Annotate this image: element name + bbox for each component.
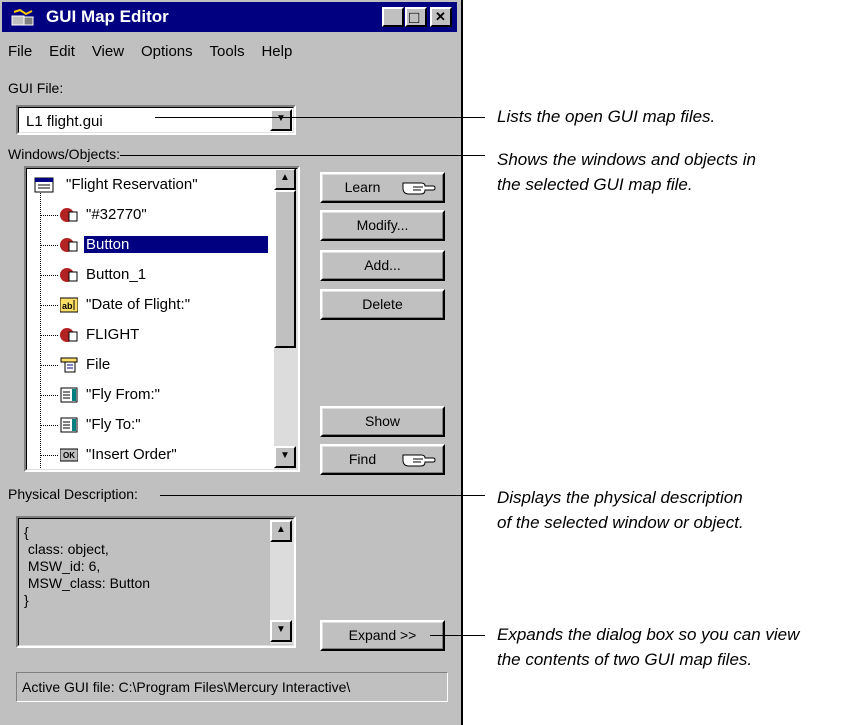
tree-item-label: Button_1 bbox=[86, 266, 147, 283]
show-button-label: Show bbox=[364, 413, 401, 429]
menu-view[interactable]: View bbox=[92, 43, 124, 60]
add-button-label: Add... bbox=[364, 257, 401, 273]
object-icon bbox=[60, 238, 78, 252]
expand-button-label: Expand >> bbox=[348, 627, 417, 643]
gui-file-combobox[interactable]: L1 flight.gui ▼ bbox=[16, 105, 296, 135]
description-scrollbar[interactable]: ▲ ▼ bbox=[270, 520, 294, 644]
app-icon bbox=[11, 8, 34, 26]
tree-item[interactable]: "#32770" bbox=[26, 200, 268, 230]
annotation-physical-2: of the selected window or object. bbox=[497, 513, 744, 532]
tree-item-selected[interactable]: Button bbox=[26, 230, 268, 260]
tree-item-label: Button bbox=[84, 236, 268, 253]
scroll-down-button[interactable]: ▼ bbox=[270, 620, 292, 642]
annotation-physical-1: Displays the physical description bbox=[497, 488, 743, 507]
learn-button-label: Learn bbox=[344, 179, 381, 195]
menu-options[interactable]: Options bbox=[141, 43, 193, 60]
tree-item-label: "Fly From:" bbox=[86, 386, 160, 403]
tree-item-label: "Insert Order" bbox=[86, 446, 177, 463]
delete-button[interactable]: Delete bbox=[320, 289, 445, 320]
delete-button-label: Delete bbox=[362, 296, 403, 312]
chevron-down-icon: ▼ bbox=[280, 450, 290, 461]
close-icon: ✕ bbox=[435, 9, 446, 24]
menu-tools[interactable]: Tools bbox=[210, 43, 245, 60]
svg-text:OK: OK bbox=[63, 451, 75, 460]
chevron-down-icon: ▼ bbox=[276, 113, 286, 124]
maximize-icon: □ bbox=[409, 8, 420, 27]
object-icon bbox=[60, 208, 78, 222]
find-button[interactable]: Find bbox=[320, 444, 445, 475]
chevron-up-icon: ▲ bbox=[280, 172, 290, 183]
tree-item-label: "Fly To:" bbox=[86, 416, 141, 433]
menu-bar: File Edit View Options Tools Help bbox=[8, 43, 305, 65]
callout-line bbox=[160, 495, 485, 496]
callout-line bbox=[120, 155, 485, 156]
scroll-down-button[interactable]: ▼ bbox=[274, 446, 296, 468]
title-bar[interactable]: GUI Map Editor _ □ ✕ bbox=[2, 2, 457, 32]
modify-button-label: Modify... bbox=[356, 217, 409, 233]
menu-file[interactable]: File bbox=[8, 43, 32, 60]
close-button[interactable]: ✕ bbox=[430, 7, 452, 27]
list-icon bbox=[60, 417, 78, 433]
scroll-up-button[interactable]: ▲ bbox=[270, 520, 292, 542]
callout-line bbox=[155, 117, 485, 118]
tree-item[interactable]: "Flight Reservation" bbox=[26, 170, 268, 200]
chevron-down-icon: ▼ bbox=[276, 624, 286, 635]
windows-objects-label: Windows/Objects: bbox=[8, 146, 121, 162]
window-title: GUI Map Editor bbox=[46, 7, 169, 26]
push-button-icon: OK bbox=[60, 448, 78, 462]
tree-item[interactable]: "Fly To:" bbox=[26, 410, 268, 440]
modify-button[interactable]: Modify... bbox=[320, 210, 445, 241]
list-icon bbox=[60, 387, 78, 403]
status-bar: Active GUI file: C:\Program Files\Mercur… bbox=[16, 672, 448, 702]
object-icon bbox=[60, 268, 78, 282]
minimize-icon: _ bbox=[388, 11, 396, 27]
gui-file-label: GUI File: bbox=[8, 80, 64, 96]
menu-help[interactable]: Help bbox=[261, 43, 292, 60]
object-icon bbox=[60, 328, 78, 342]
minimize-button[interactable]: _ bbox=[382, 7, 404, 27]
svg-text:ab: ab bbox=[62, 301, 73, 311]
tree-item-label: FLIGHT bbox=[86, 326, 140, 343]
pointing-hand-icon bbox=[402, 454, 436, 467]
annotation-windows-objects-2: the selected GUI map file. bbox=[497, 175, 693, 194]
gui-map-editor-window: GUI Map Editor _ □ ✕ File Edit View Opti… bbox=[0, 0, 463, 725]
annotation-gui-file: Lists the open GUI map files. bbox=[497, 107, 716, 126]
edit-field-icon: ab bbox=[60, 297, 78, 313]
find-button-label: Find bbox=[348, 451, 377, 467]
tree-item[interactable]: File bbox=[26, 350, 268, 380]
expand-button[interactable]: Expand >> bbox=[320, 620, 445, 651]
learn-button[interactable]: Learn bbox=[320, 172, 445, 203]
physical-description-text: { class: object, MSW_id: 6, MSW_class: B… bbox=[24, 524, 151, 608]
add-button[interactable]: Add... bbox=[320, 250, 445, 281]
annotation-expand-1: Expands the dialog box so you can view bbox=[497, 625, 800, 644]
tree-item[interactable]: ab "Date of Flight:" bbox=[26, 290, 268, 320]
tree-item[interactable]: Button_1 bbox=[26, 260, 268, 290]
combo-dropdown-button[interactable]: ▼ bbox=[270, 109, 292, 131]
pointing-hand-icon bbox=[402, 182, 436, 195]
physical-description-box[interactable]: { class: object, MSW_id: 6, MSW_class: B… bbox=[16, 516, 296, 648]
annotation-expand-2: the contents of two GUI map files. bbox=[497, 650, 753, 669]
tree-item[interactable]: FLIGHT bbox=[26, 320, 268, 350]
menu-icon bbox=[60, 357, 78, 373]
annotation-windows-objects-1: Shows the windows and objects in bbox=[497, 150, 756, 169]
callout-line bbox=[430, 635, 485, 636]
gui-file-value: L1 flight.gui bbox=[26, 113, 103, 130]
chevron-up-icon: ▲ bbox=[276, 524, 286, 535]
tree-scrollbar[interactable]: ▲ ▼ bbox=[274, 168, 298, 470]
menu-edit[interactable]: Edit bbox=[49, 43, 75, 60]
tree-item-label: "Date of Flight:" bbox=[86, 296, 191, 313]
show-button[interactable]: Show bbox=[320, 406, 445, 437]
window-icon bbox=[34, 177, 54, 193]
tree-item[interactable]: OK "Insert Order" bbox=[26, 440, 268, 470]
tree-item[interactable]: "Fly From:" bbox=[26, 380, 268, 410]
windows-objects-tree[interactable]: "Flight Reservation" "#32770" Button But… bbox=[24, 166, 300, 472]
tree-item-label: "#32770" bbox=[86, 206, 147, 223]
tree-item-label: "Flight Reservation" bbox=[66, 176, 198, 193]
maximize-button[interactable]: □ bbox=[405, 7, 427, 27]
scroll-thumb[interactable] bbox=[274, 190, 296, 348]
tree-item-label: File bbox=[86, 356, 111, 373]
physical-description-label: Physical Description: bbox=[8, 486, 138, 502]
scroll-up-button[interactable]: ▲ bbox=[274, 168, 296, 190]
